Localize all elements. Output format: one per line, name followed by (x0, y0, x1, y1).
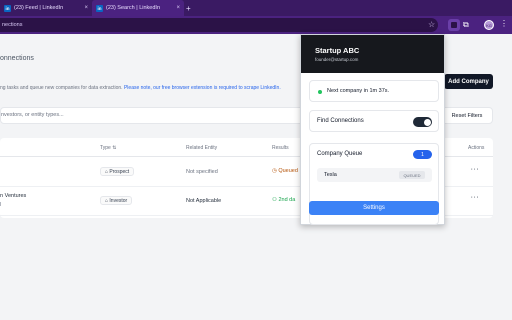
row-name: n Ventures (0, 193, 27, 199)
address-text: nections (2, 22, 23, 28)
result-status: ◷ Queued (272, 168, 298, 174)
related-entity: Not Applicable (186, 198, 222, 204)
extensions-puzzle-icon[interactable]: ⧉ (463, 20, 469, 30)
tab-title: (23) Feed | LinkedIn (14, 5, 64, 11)
reset-filters-button[interactable]: Reset Filters (445, 110, 489, 122)
queue-item-name: Tesla (324, 172, 337, 178)
bookmark-star-icon[interactable]: ☆ (428, 20, 435, 29)
queue-item[interactable]: Tesla QUEUED (317, 168, 432, 182)
close-tab-icon[interactable]: × (176, 5, 180, 11)
extension-note-link[interactable]: Please note, our free browser extension … (124, 85, 281, 91)
column-related-entity: Related Entity (186, 145, 218, 151)
column-label: Type (100, 145, 111, 151)
next-company-timer: Next company in 1m 37s. (327, 88, 390, 94)
status-card: Next company in 1m 37s. (309, 80, 439, 102)
tab-linkedin-feed[interactable]: in (23) Feed | LinkedIn × (0, 0, 92, 16)
related-entity: Not specified (186, 169, 218, 175)
page-description: ng tasks and queue new companies for dat… (0, 85, 281, 91)
result-status: ⚇ 2nd da (272, 197, 295, 203)
extension-glyph (451, 22, 457, 28)
column-type[interactable]: Type ⇅ (100, 145, 116, 151)
extension-popup: Startup ABC founder@startup.com Next com… (300, 34, 445, 225)
browser-toolbar: nections ☆ ⧉ KG ⋮ (0, 16, 512, 34)
type-badge: ⌂ Prospect (100, 167, 135, 176)
building-icon: ⌂ (105, 168, 109, 175)
popup-header: Startup ABC founder@startup.com (301, 35, 444, 73)
clock-icon: ◷ (272, 168, 277, 174)
popup-company-name: Startup ABC (315, 46, 360, 55)
sort-icon: ⇅ (112, 145, 117, 151)
result-label: 2nd da (278, 197, 296, 203)
browser-tab-bar: in (23) Feed | LinkedIn × in (23) Search… (0, 0, 512, 16)
find-connections-label: Find Connections (317, 118, 364, 124)
type-label: Prospect (109, 168, 130, 175)
type-badge: ⌂ Investor (100, 196, 133, 205)
status-indicator-dot (318, 90, 322, 94)
tab-title: (23) Search | LinkedIn (106, 5, 161, 11)
filter-search-input[interactable]: nvestors, or entity types... (1, 112, 64, 118)
toggle-knob (423, 118, 431, 126)
linkedin-icon: in (96, 4, 103, 12)
company-queue-title: Company Queue (317, 151, 363, 157)
add-company-button[interactable]: Add Company (444, 74, 493, 89)
browser-menu-icon[interactable]: ⋮ (500, 19, 508, 28)
row-actions-button[interactable]: ··· (471, 195, 480, 201)
extension-icon[interactable] (448, 19, 460, 31)
address-bar[interactable]: nections (0, 18, 438, 32)
popup-user-email: founder@startup.com (315, 57, 359, 62)
profile-avatar[interactable]: KG (484, 20, 494, 30)
description-text: ng tasks and queue new companies for dat… (0, 85, 123, 91)
building-icon: ⌂ (105, 197, 109, 204)
type-label: Investor (109, 197, 128, 204)
find-connections-card: Find Connections (309, 110, 439, 132)
column-actions: Actions (468, 145, 485, 151)
settings-button[interactable]: Settings (309, 201, 439, 215)
find-connections-toggle[interactable] (413, 117, 432, 127)
page-title: onnections (0, 55, 34, 62)
queue-count-badge: 1 (413, 150, 432, 159)
result-label: Queued (278, 168, 298, 174)
people-icon: ⚇ (272, 197, 277, 203)
row-subtitle: l (0, 202, 2, 208)
tab-linkedin-search[interactable]: in (23) Search | LinkedIn × (92, 0, 184, 16)
linkedin-icon: in (4, 4, 11, 12)
row-actions-button[interactable]: ··· (471, 167, 480, 173)
queue-status-badge: QUEUED (399, 171, 425, 179)
column-results: Results (272, 145, 289, 151)
close-tab-icon[interactable]: × (84, 5, 88, 11)
new-tab-button[interactable]: + (186, 4, 191, 13)
